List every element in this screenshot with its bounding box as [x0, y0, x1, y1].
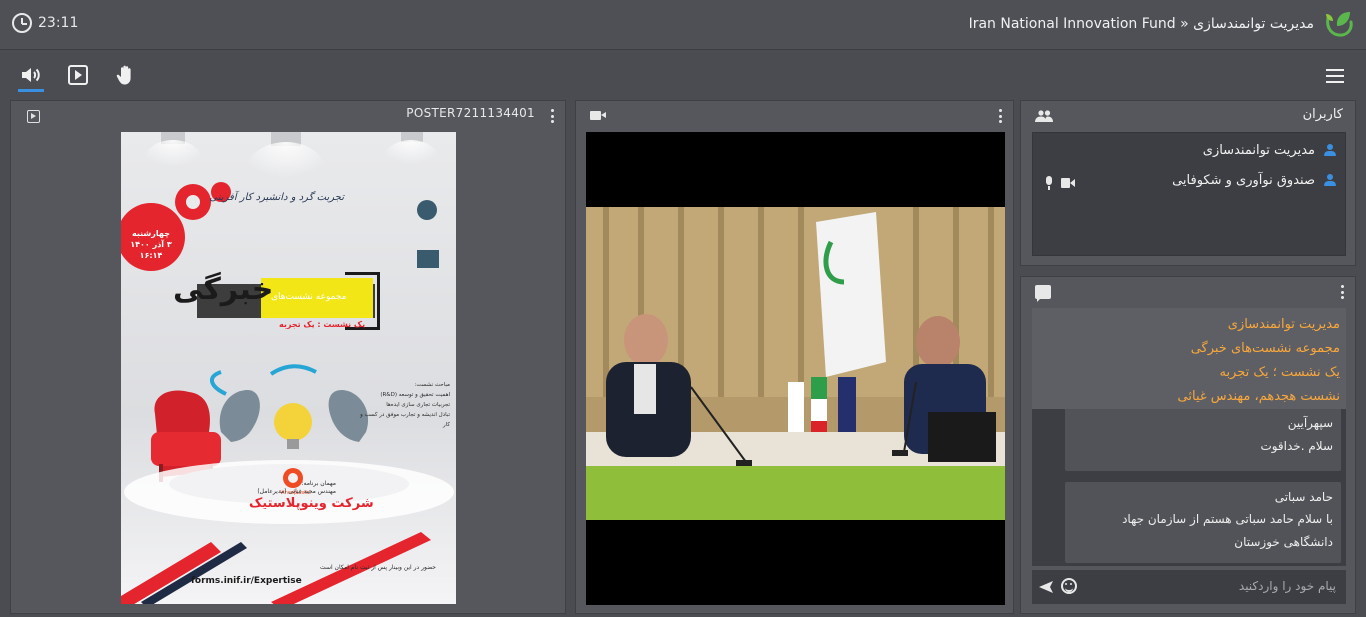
emoji-icon[interactable]	[1061, 578, 1077, 594]
chat-message-line: با سلام حامد سباتی هستم از سازمان جهاد	[1122, 512, 1333, 526]
chat-message-line: سپهرآیین	[1287, 416, 1333, 430]
chat-panel: مدیریت توانمندسازی مجموعه نشست‌های خبرگی…	[1020, 276, 1356, 614]
video-scene	[586, 207, 1005, 520]
active-tool-indicator	[18, 89, 44, 92]
top-header: 23:11 Iran National Innovation Fund » مد…	[0, 0, 1366, 50]
chat-message-line: دانشگاهی خوزستان	[1234, 535, 1333, 549]
poster-company: شرکت وینوپلاستیک	[249, 496, 374, 511]
video-stream[interactable]	[586, 132, 1005, 605]
user-item[interactable]: مدیریت توانمندسازی	[1203, 140, 1337, 160]
camera-icon	[1061, 178, 1075, 188]
user-media-status	[1045, 176, 1075, 190]
presentation-options-icon[interactable]	[551, 109, 555, 123]
poster-org-line: تجربت گرد و دانشبرد کار آفرینی	[209, 192, 344, 203]
raise-hand-icon[interactable]	[114, 63, 138, 87]
poster-headline: خبرگی	[173, 272, 274, 307]
microphone-icon	[1045, 176, 1053, 190]
users-list: مدیریت توانمندسازی صندوق نوآوری و شکوفای…	[1032, 132, 1346, 256]
poster-date: چهارشنبه ۳ آذر ۱۴۰۰ ۱۶:۱۴	[130, 229, 172, 260]
users-title: کاربران	[1302, 107, 1343, 122]
leaf-logo-icon	[1326, 12, 1353, 37]
chat-message-sender: حامد سباتی	[1274, 490, 1333, 504]
chat-input[interactable]: پیام خود را واردکنید	[1032, 570, 1346, 604]
presentation-icon	[27, 110, 40, 123]
breadcrumb[interactable]: Iran National Innovation Fund » مدیریت ت…	[969, 16, 1314, 32]
send-icon[interactable]	[1038, 579, 1054, 595]
chat-message-line: سلام .خداقوت	[1260, 439, 1333, 453]
poster-series: مجموعه نشست‌های	[271, 292, 347, 302]
chat-options-icon[interactable]	[1341, 285, 1345, 299]
toolbar	[0, 51, 1366, 97]
poster-image: تجربت گرد و دانشبرد کار آفرینی چهارشنبه …	[121, 132, 456, 604]
poster-guest-label: مهمان برنامه:	[301, 480, 336, 487]
user-name: صندوق نوآوری و شکوفایی	[1172, 172, 1315, 188]
video-camera-icon	[590, 111, 606, 120]
users-icon	[1035, 110, 1053, 122]
poster-info: حضور در این وبینار پس از ثبت نام امکان ا…	[320, 564, 436, 571]
screen-share-icon[interactable]	[66, 63, 90, 87]
clock-icon	[12, 13, 32, 33]
clock-time: 23:11	[38, 15, 79, 31]
user-icon	[1323, 143, 1337, 157]
video-panel	[575, 100, 1014, 614]
video-options-icon[interactable]	[999, 109, 1003, 123]
clock: 23:11	[12, 13, 78, 33]
presentation-panel: POSTER7211134401 تجربت گرد و دانشبرد کار…	[10, 100, 566, 614]
poster-guest: مهندس مجید غیاثی (مدیرعامل)	[257, 488, 336, 495]
user-icon	[1323, 173, 1337, 187]
chat-icon	[1035, 285, 1051, 302]
poster-url: forms.inif.ir/Expertise	[191, 576, 302, 586]
user-name: مدیریت توانمندسازی	[1202, 142, 1315, 158]
chat-welcome-message: مدیریت توانمندسازی مجموعه نشست‌های خبرگی…	[1032, 308, 1346, 409]
poster-tagline: یک نشست : یک تجربه	[279, 320, 366, 329]
users-panel: کاربران مدیریت توانمندسازی صندوق نوآوری …	[1020, 100, 1356, 266]
poster-topics: مباحث نشست: اهمیت تحقیق و توسعه (R&D) تج…	[360, 382, 450, 428]
chat-input-placeholder: پیام خود را واردکنید	[1238, 579, 1336, 593]
chat-message: حامد سباتی با سلام حامد سباتی هستم از سا…	[1065, 482, 1341, 563]
user-item[interactable]: صندوق نوآوری و شکوفایی	[1172, 170, 1337, 190]
brand: Iran National Innovation Fund » مدیریت ت…	[969, 8, 1354, 40]
presentation-title: POSTER7211134401	[406, 106, 535, 120]
hamburger-menu-icon[interactable]	[1326, 69, 1344, 83]
chat-messages[interactable]: مدیریت توانمندسازی مجموعه نشست‌های خبرگی…	[1032, 308, 1346, 566]
speaker-icon[interactable]	[19, 63, 43, 87]
